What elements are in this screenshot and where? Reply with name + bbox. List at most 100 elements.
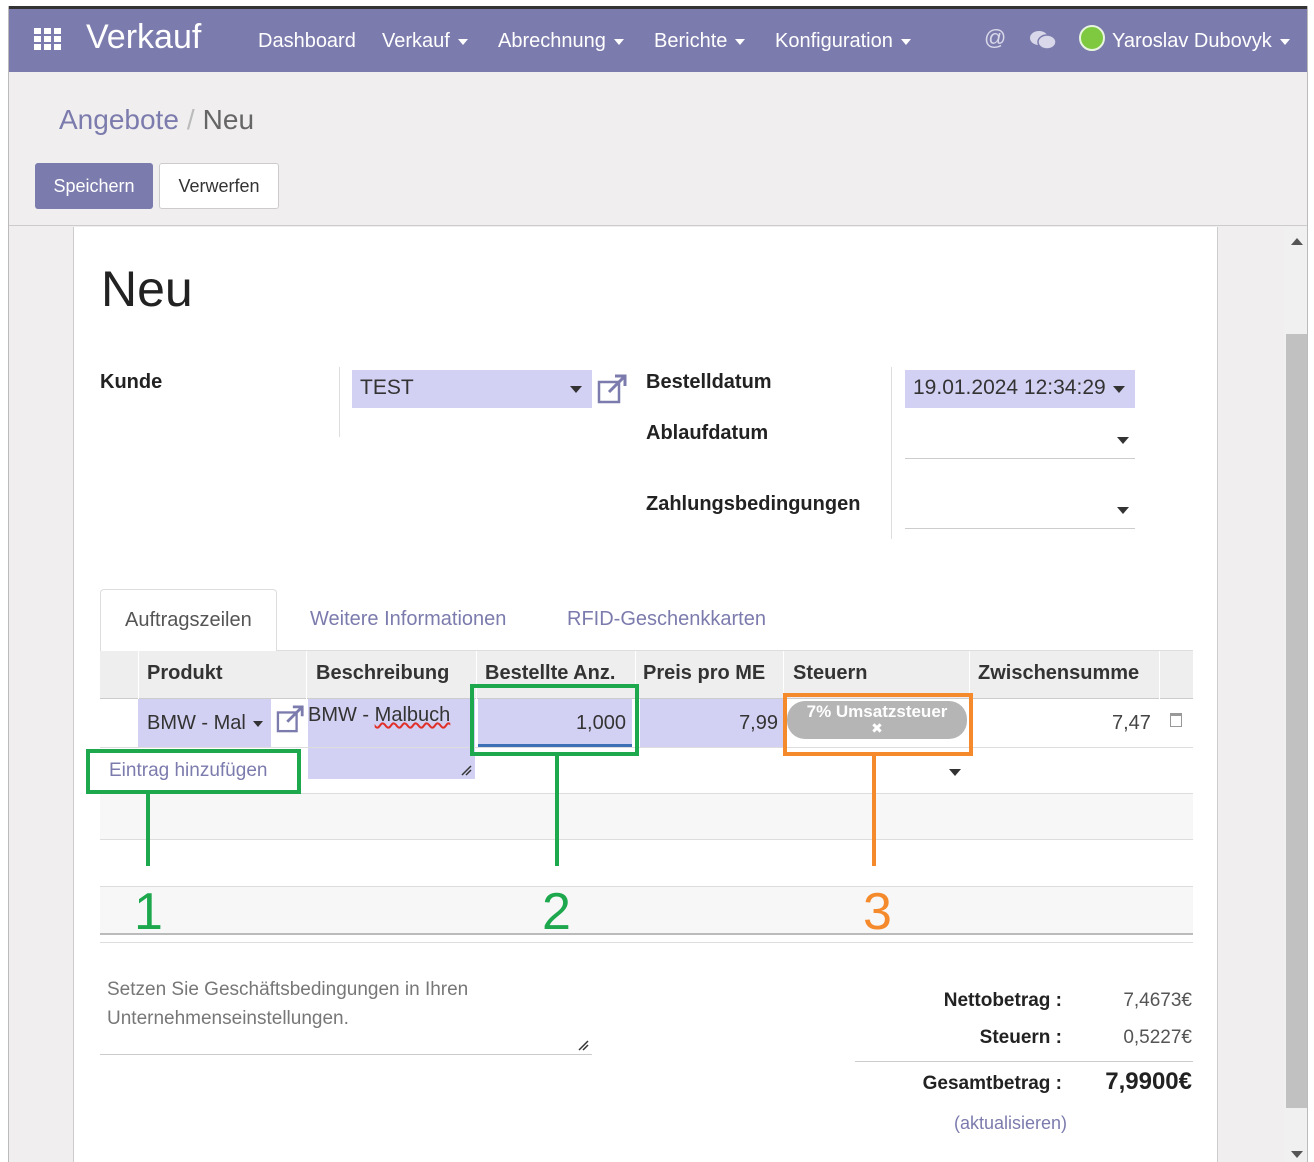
main-navbar: Verkauf Dashboard Verkauf Abrechnung Ber… xyxy=(9,9,1307,72)
tab-order-lines[interactable]: Auftragszeilen xyxy=(100,589,277,652)
row-divider xyxy=(100,747,1193,748)
annotation-box-2 xyxy=(470,684,639,756)
app-window: Verkauf Dashboard Verkauf Abrechnung Ber… xyxy=(8,6,1308,1162)
dropdown-caret-icon[interactable] xyxy=(949,769,961,776)
tab-more-info[interactable]: Weitere Informationen xyxy=(310,608,506,631)
breadcrumb-current: Neu xyxy=(202,104,255,135)
col-product[interactable]: Produkt xyxy=(147,662,223,685)
totals-divider xyxy=(855,1061,1193,1062)
menu-konfiguration-label: Konfiguration xyxy=(775,30,893,52)
unit-price-input[interactable]: 7,99 xyxy=(640,699,784,747)
external-link-icon[interactable] xyxy=(597,374,629,404)
annotation-number-3: 3 xyxy=(863,883,892,941)
tax-amount-label: Steuern : xyxy=(979,1027,1062,1048)
scroll-up-arrow-icon[interactable] xyxy=(1291,238,1303,245)
terms-field[interactable]: Setzen Sie Geschäftsbedingungen in Ihren… xyxy=(100,967,592,1055)
discard-button[interactable]: Verwerfen xyxy=(159,163,279,209)
description-cell[interactable]: BMW - Malbuch xyxy=(308,699,475,779)
annotation-number-2: 2 xyxy=(542,883,571,941)
total-amount-value: 7,9900€ xyxy=(1105,1068,1192,1095)
terms-placeholder: Setzen Sie Geschäftsbedingungen in Ihren… xyxy=(107,979,469,1029)
form-content: Neu Kunde TEST Bestelldatum Ablaufdatum … xyxy=(9,227,1307,1162)
dropdown-caret-icon[interactable] xyxy=(1113,386,1125,393)
tab-rfid-giftcards[interactable]: RFID-Geschenkkarten xyxy=(567,608,766,631)
scrollbar-thumb[interactable] xyxy=(1286,334,1307,1108)
breadcrumb-angebote[interactable]: Angebote xyxy=(59,104,179,135)
annotation-number-1: 1 xyxy=(134,883,163,941)
customer-field[interactable]: TEST xyxy=(352,370,592,408)
subtotal-value: 7,47 xyxy=(1112,712,1151,734)
caret-down-icon xyxy=(900,38,911,45)
annotation-line-3 xyxy=(872,756,876,866)
menu-verkauf-label: Verkauf xyxy=(382,30,450,52)
tax-amount-value: 0,5227€ xyxy=(1123,1027,1192,1048)
product-value: BMW - Mal xyxy=(147,712,246,734)
caret-down-icon xyxy=(613,38,624,45)
caret-down-icon xyxy=(1279,38,1290,45)
column-divider xyxy=(339,367,340,437)
payment-terms-field[interactable] xyxy=(905,491,1135,529)
menu-berichte-label: Berichte xyxy=(654,30,728,52)
net-amount-value: 7,4673€ xyxy=(1123,990,1192,1011)
lines-table-header: Produkt Beschreibung Bestellte Anz. Prei… xyxy=(100,651,1193,699)
resize-handle-icon[interactable] xyxy=(460,764,472,776)
dropdown-caret-icon[interactable] xyxy=(570,386,582,393)
payment-terms-label: Zahlungsbedingungen xyxy=(646,493,861,515)
customer-value: TEST xyxy=(360,376,414,399)
order-date-field[interactable]: 19.01.2024 12:34:29 xyxy=(905,370,1135,408)
product-cell[interactable]: BMW - Mal xyxy=(138,699,271,747)
dropdown-caret-icon[interactable] xyxy=(1117,507,1129,514)
breadcrumb-separator: / xyxy=(186,104,195,135)
resize-handle-icon[interactable] xyxy=(577,1039,589,1051)
mention-icon[interactable]: @ xyxy=(984,25,1006,51)
col-quantity[interactable]: Bestellte Anz. xyxy=(485,662,615,685)
control-panel: Angebote / Neu Speichern Verwerfen xyxy=(9,72,1307,226)
col-description[interactable]: Beschreibung xyxy=(316,662,449,685)
table-footer-line xyxy=(100,933,1193,935)
empty-row xyxy=(100,793,1193,839)
apps-menu-icon[interactable] xyxy=(34,28,61,50)
col-taxes[interactable]: Steuern xyxy=(793,662,867,685)
annotation-box-3 xyxy=(783,693,973,756)
description-value: BMW - Malbuch xyxy=(308,704,450,727)
scroll-down-arrow-icon[interactable] xyxy=(1291,1151,1303,1158)
expiry-date-field[interactable] xyxy=(905,421,1135,459)
column-divider xyxy=(891,367,892,539)
col-subtotal[interactable]: Zwischensumme xyxy=(978,662,1139,685)
description-prefix: BMW - xyxy=(308,704,375,726)
menu-berichte[interactable]: Berichte xyxy=(654,30,746,53)
annotation-line-1 xyxy=(146,794,150,866)
breadcrumb: Angebote / Neu xyxy=(59,104,254,136)
app-title[interactable]: Verkauf xyxy=(86,18,201,57)
annotation-box-1 xyxy=(86,749,301,794)
order-date-label: Bestelldatum xyxy=(646,371,772,393)
trash-icon[interactable] xyxy=(1170,713,1182,727)
order-date-value: 19.01.2024 12:34:29 xyxy=(913,376,1106,399)
user-menu[interactable]: Yaroslav Dubovyk xyxy=(1112,30,1290,53)
form-sheet: Neu Kunde TEST Bestelldatum Ablaufdatum … xyxy=(73,227,1218,1162)
record-title: Neu xyxy=(101,261,193,317)
dropdown-caret-icon[interactable] xyxy=(1117,437,1129,444)
menu-konfiguration[interactable]: Konfiguration xyxy=(775,30,911,53)
empty-row xyxy=(100,887,1193,934)
total-amount-label: Gesamtbetrag : xyxy=(922,1073,1062,1094)
annotation-line-2 xyxy=(555,756,559,866)
user-name: Yaroslav Dubovyk xyxy=(1112,30,1272,52)
menu-abrechnung[interactable]: Abrechnung xyxy=(498,30,624,53)
customer-label: Kunde xyxy=(100,371,163,393)
dropdown-caret-icon[interactable] xyxy=(253,721,263,727)
description-misspelled-word: Malbuch xyxy=(374,704,451,726)
external-link-icon[interactable] xyxy=(276,705,306,733)
menu-abrechnung-label: Abrechnung xyxy=(498,30,606,52)
net-amount-label: Nettobetrag : xyxy=(943,990,1062,1011)
caret-down-icon xyxy=(735,38,746,45)
caret-down-icon xyxy=(457,38,468,45)
chat-bubbles-icon[interactable] xyxy=(1029,29,1057,51)
update-totals-link[interactable]: (aktualisieren) xyxy=(954,1113,1067,1134)
menu-dashboard[interactable]: Dashboard xyxy=(258,30,356,53)
save-button[interactable]: Speichern xyxy=(35,163,153,209)
col-unit-price[interactable]: Preis pro ME xyxy=(643,662,765,685)
user-avatar[interactable] xyxy=(1079,25,1105,51)
table-footer-line xyxy=(100,942,1193,943)
menu-verkauf[interactable]: Verkauf xyxy=(382,30,468,53)
